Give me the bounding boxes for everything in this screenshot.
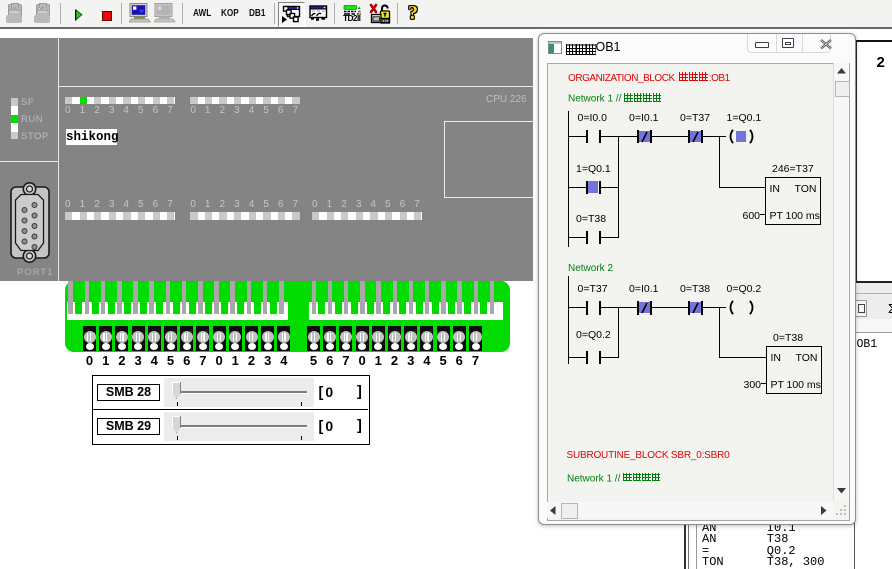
svg-text:TD2ll: TD2ll	[343, 13, 361, 22]
